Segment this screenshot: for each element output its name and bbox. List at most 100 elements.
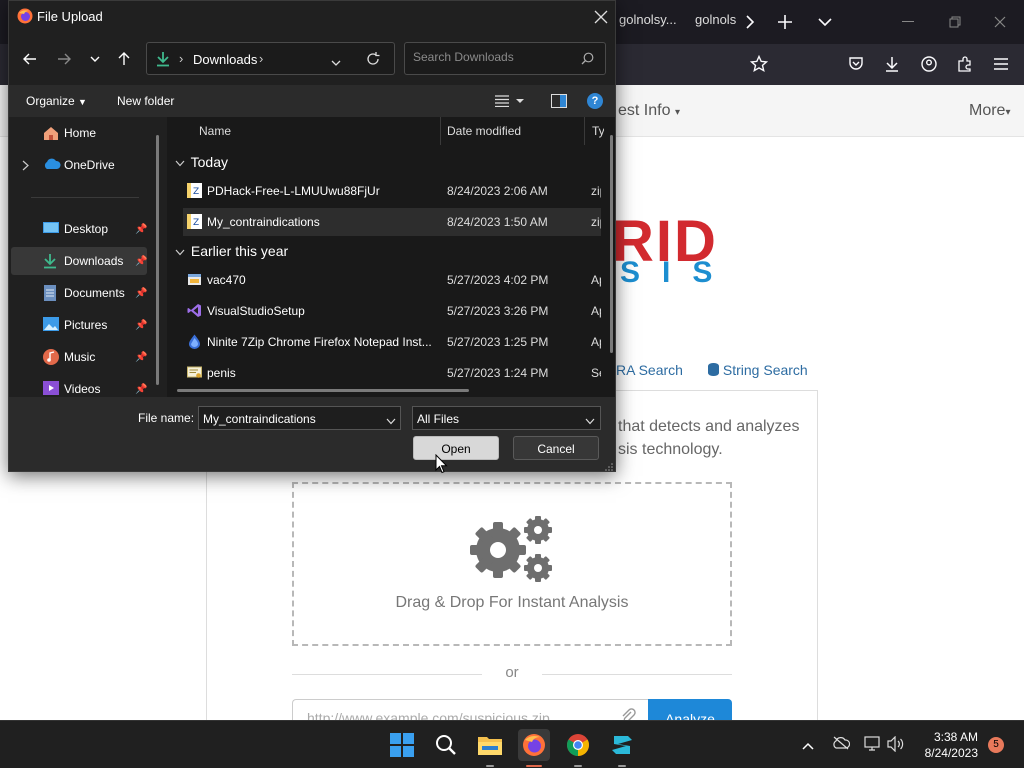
- nav-item-music[interactable]: Music 📌: [11, 343, 147, 371]
- column-separator[interactable]: [584, 117, 585, 145]
- back-arrow-icon[interactable]: [16, 43, 44, 75]
- ninite-icon: [187, 334, 202, 349]
- group-header-today[interactable]: Today: [175, 154, 228, 170]
- pin-icon[interactable]: 📌: [135, 320, 147, 331]
- nav-item-downloads[interactable]: Downloads 📌: [11, 247, 147, 275]
- search-downloads-box[interactable]: [404, 42, 606, 75]
- breadcrumb-downloads[interactable]: Downloads: [193, 52, 257, 67]
- pin-icon[interactable]: 📌: [135, 224, 147, 235]
- new-tab-icon[interactable]: [775, 12, 795, 32]
- file-row[interactable]: penis 5/27/2023 1:24 PM Se: [183, 359, 601, 387]
- tab-scroll-right-icon[interactable]: [740, 12, 760, 32]
- search-icon[interactable]: [430, 729, 462, 761]
- close-dialog-icon[interactable]: [589, 5, 613, 29]
- file-explorer-icon[interactable]: [474, 729, 506, 761]
- nav-label: Downloads: [64, 254, 124, 268]
- clock-time[interactable]: 3:38 AM: [920, 730, 978, 744]
- resize-grip-icon[interactable]: [605, 459, 613, 471]
- account-icon[interactable]: [918, 53, 940, 75]
- restore-icon[interactable]: [945, 12, 965, 32]
- cancel-button[interactable]: Cancel: [513, 436, 599, 460]
- horizontal-scrollbar[interactable]: [177, 389, 469, 392]
- column-header-name[interactable]: Name: [199, 124, 231, 138]
- file-name: vac470: [207, 273, 246, 287]
- chevron-down-icon[interactable]: [386, 414, 396, 428]
- file-name-input[interactable]: My_contraindications: [198, 406, 401, 430]
- vertical-scrollbar[interactable]: [610, 135, 613, 353]
- nav-label: Documents: [64, 286, 125, 300]
- file-type-select[interactable]: All Files: [412, 406, 601, 430]
- group-header-earlier[interactable]: Earlier this year: [175, 243, 288, 259]
- refresh-icon[interactable]: [366, 52, 380, 69]
- organize-button[interactable]: Organize ▼: [26, 94, 87, 108]
- nav-pane-scrollbar[interactable]: [156, 135, 159, 385]
- file-row[interactable]: VisualStudioSetup 5/27/2023 3:26 PM Ap: [183, 297, 601, 325]
- downloads-icon: [43, 253, 59, 269]
- or-label: or: [505, 664, 519, 681]
- extensions-icon[interactable]: [954, 53, 976, 75]
- file-row-selected[interactable]: Z My_contraindications 8/24/2023 1:50 AM…: [183, 208, 601, 236]
- notification-badge[interactable]: 5: [988, 737, 1004, 753]
- tagline-line-2: sis technology.: [618, 441, 723, 458]
- column-separator[interactable]: [440, 117, 441, 145]
- yara-search-link[interactable]: RA Search: [616, 362, 683, 378]
- expand-chevron-icon[interactable]: [22, 159, 29, 174]
- browser-tab-2[interactable]: golnols: [695, 12, 736, 27]
- browser-tab-1[interactable]: golnolsy...: [619, 12, 677, 27]
- app-s-icon[interactable]: [606, 729, 638, 761]
- nav-label: OneDrive: [64, 158, 115, 172]
- column-header-date[interactable]: Date modified: [447, 124, 521, 138]
- recent-locations-icon[interactable]: [81, 43, 109, 75]
- file-row[interactable]: Z PDHack-Free-L-LMUUwu88FjUr 8/24/2023 2…: [183, 177, 601, 205]
- view-options-icon[interactable]: [495, 95, 527, 110]
- site-logo-subtitle: SIS: [620, 256, 735, 289]
- firefox-taskbar-icon[interactable]: [518, 729, 550, 761]
- column-header-type[interactable]: Ty: [592, 124, 604, 138]
- windows-start-icon[interactable]: [386, 729, 418, 761]
- bookmark-star-icon[interactable]: [748, 53, 770, 75]
- nav-item-desktop[interactable]: Desktop 📌: [11, 215, 147, 243]
- pin-icon[interactable]: 📌: [135, 384, 147, 395]
- file-row[interactable]: vac470 5/27/2023 4:02 PM Ap: [183, 266, 601, 294]
- pin-icon[interactable]: 📌: [135, 288, 147, 299]
- show-hidden-icons-icon[interactable]: [802, 738, 814, 753]
- file-type: Se: [591, 366, 601, 380]
- latest-info-menu[interactable]: est Info ▾: [618, 102, 680, 120]
- minimize-icon[interactable]: [898, 12, 918, 32]
- nav-item-pictures[interactable]: Pictures 📌: [11, 311, 147, 339]
- chrome-icon[interactable]: [562, 729, 594, 761]
- collapse-chevron-icon: [175, 243, 187, 259]
- pin-icon[interactable]: 📌: [135, 256, 147, 267]
- pocket-icon[interactable]: [845, 53, 867, 75]
- address-history-icon[interactable]: [331, 55, 341, 70]
- up-arrow-icon[interactable]: [110, 43, 138, 75]
- drop-zone[interactable]: Drag & Drop For Instant Analysis: [292, 482, 732, 646]
- pin-icon[interactable]: 📌: [135, 352, 147, 363]
- forward-arrow-icon[interactable]: [50, 43, 78, 75]
- new-folder-button[interactable]: New folder: [117, 94, 174, 108]
- certificate-icon: [187, 365, 202, 380]
- file-type: Ap: [591, 273, 601, 287]
- preview-pane-icon[interactable]: [551, 94, 567, 111]
- nav-item-home[interactable]: Home: [11, 119, 147, 147]
- more-menu[interactable]: More▾: [969, 102, 1010, 120]
- onedrive-offline-icon[interactable]: [832, 736, 851, 753]
- nav-item-documents[interactable]: Documents 📌: [11, 279, 147, 307]
- address-bar[interactable]: › Downloads ›: [146, 42, 395, 75]
- network-icon[interactable]: [864, 736, 882, 755]
- volume-icon[interactable]: [887, 735, 905, 755]
- file-date: 8/24/2023 2:06 AM: [447, 184, 548, 198]
- nav-item-videos[interactable]: Videos 📌: [11, 375, 147, 397]
- nav-item-onedrive[interactable]: OneDrive: [11, 151, 147, 179]
- clock-date[interactable]: 8/24/2023: [912, 746, 978, 760]
- help-icon[interactable]: ?: [587, 93, 603, 109]
- downloads-icon[interactable]: [881, 53, 903, 75]
- list-all-tabs-icon[interactable]: [815, 12, 835, 32]
- search-input[interactable]: [413, 50, 573, 64]
- menu-icon[interactable]: [990, 53, 1012, 75]
- close-window-icon[interactable]: [990, 12, 1010, 32]
- open-button[interactable]: Open: [413, 436, 499, 460]
- caret-down-icon: ▼: [78, 97, 87, 107]
- file-row[interactable]: Ninite 7Zip Chrome Firefox Notepad Inst.…: [183, 328, 601, 356]
- string-search-link[interactable]: String Search: [708, 362, 808, 378]
